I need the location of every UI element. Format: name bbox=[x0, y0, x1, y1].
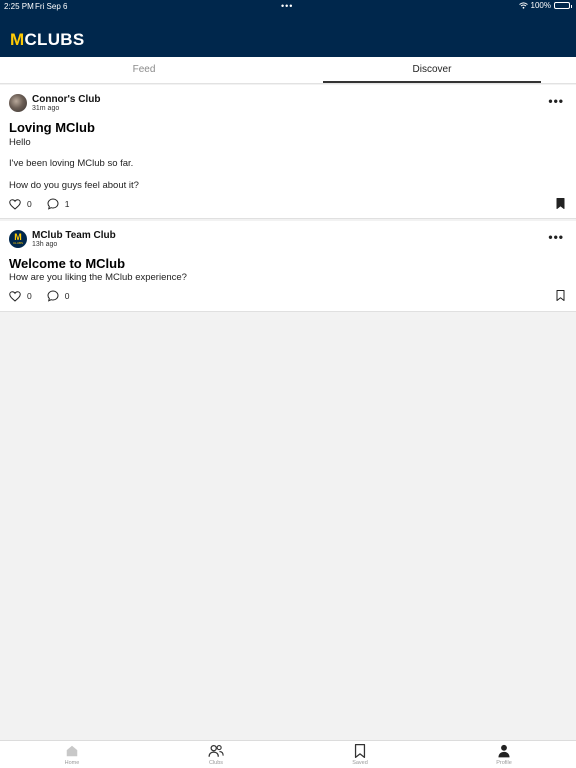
post-body-line: I've been loving MClub so far. bbox=[9, 158, 134, 169]
post-card[interactable]: M CLUBS MClub Team Club 13h ago ••• Welc… bbox=[0, 221, 576, 312]
post-body-line: Hello bbox=[9, 137, 31, 148]
post-body-line: How do you guys feel about it? bbox=[9, 180, 139, 191]
nav-clubs[interactable]: Clubs bbox=[186, 744, 246, 766]
like-button[interactable]: 0 bbox=[9, 290, 32, 302]
logo-text: CLUBS bbox=[24, 30, 85, 49]
post-title: Welcome to MClub bbox=[9, 256, 126, 271]
status-date: Fri Sep 6 bbox=[35, 2, 68, 11]
post-actions: 0 1 bbox=[9, 198, 69, 210]
tab-discover[interactable]: Discover bbox=[288, 57, 576, 84]
tab-bar: Feed Discover bbox=[0, 57, 576, 84]
nav-saved[interactable]: Saved bbox=[330, 744, 390, 766]
nav-label: Clubs bbox=[208, 760, 224, 766]
logo-m: M bbox=[10, 30, 25, 49]
club-name[interactable]: MClub Team Club bbox=[32, 230, 116, 241]
status-bar: 2:25 PM Fri Sep 6 ••• 100% bbox=[0, 0, 576, 14]
home-icon bbox=[66, 745, 78, 757]
heart-icon bbox=[9, 198, 21, 210]
nav-label: Home bbox=[64, 760, 80, 766]
tab-feed[interactable]: Feed bbox=[0, 57, 288, 84]
comment-button[interactable]: 1 bbox=[47, 198, 70, 210]
comment-count: 0 bbox=[64, 291, 70, 301]
battery-percent: 100% bbox=[530, 1, 551, 10]
club-avatar[interactable] bbox=[9, 94, 27, 112]
club-avatar[interactable]: M CLUBS bbox=[9, 230, 27, 248]
comment-icon bbox=[47, 290, 59, 302]
avatar-subtext: CLUBS bbox=[12, 241, 23, 245]
post-actions: 0 0 bbox=[9, 290, 69, 302]
post-card[interactable]: Connor's Club 31m ago ••• Loving MClub H… bbox=[0, 85, 576, 219]
people-icon bbox=[208, 744, 224, 757]
status-right: 100% bbox=[518, 1, 572, 10]
multitask-dots[interactable]: ••• bbox=[281, 1, 293, 11]
nav-label: Saved bbox=[352, 760, 368, 766]
person-icon bbox=[498, 744, 510, 758]
club-name[interactable]: Connor's Club bbox=[32, 94, 100, 105]
comment-icon bbox=[47, 198, 59, 210]
status-time: 2:25 PM bbox=[4, 2, 34, 11]
post-title: Loving MClub bbox=[9, 120, 95, 135]
comment-count: 1 bbox=[64, 199, 70, 209]
app-logo: MCLUBS bbox=[10, 30, 85, 50]
nav-profile[interactable]: Profile bbox=[474, 744, 534, 766]
app-header: 2:25 PM Fri Sep 6 ••• 100% MCLUBS bbox=[0, 0, 576, 57]
nav-label: Profile bbox=[496, 760, 512, 766]
like-button[interactable]: 0 bbox=[9, 198, 32, 210]
active-tab-indicator bbox=[323, 81, 541, 83]
bookmark-outline-icon[interactable] bbox=[556, 290, 565, 301]
battery-icon bbox=[554, 2, 572, 9]
heart-icon bbox=[9, 290, 21, 302]
post-time: 13h ago bbox=[32, 241, 58, 248]
more-options-icon[interactable]: ••• bbox=[548, 94, 564, 108]
wifi-icon bbox=[518, 2, 528, 9]
nav-home[interactable]: Home bbox=[42, 744, 102, 766]
bottom-nav: Home Clubs Saved Profile bbox=[0, 740, 576, 768]
like-count: 0 bbox=[27, 291, 32, 301]
bookmark-icon bbox=[354, 744, 366, 758]
comment-button[interactable]: 0 bbox=[47, 290, 70, 302]
bookmark-filled-icon[interactable] bbox=[556, 198, 565, 209]
post-body-line: How are you liking the MClub experience? bbox=[9, 272, 187, 283]
more-options-icon[interactable]: ••• bbox=[548, 230, 564, 244]
like-count: 0 bbox=[27, 199, 32, 209]
post-time: 31m ago bbox=[32, 105, 60, 112]
